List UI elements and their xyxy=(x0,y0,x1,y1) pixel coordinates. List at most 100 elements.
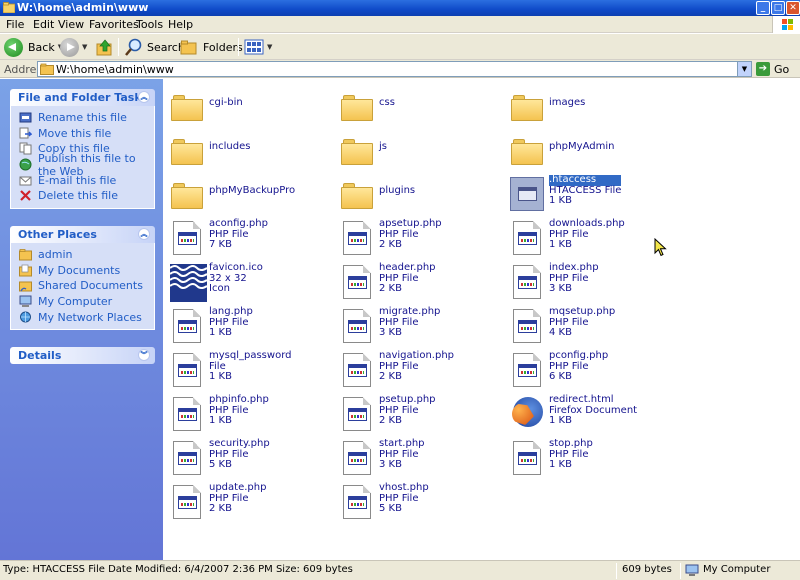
chevron-down-icon[interactable]: ▼ xyxy=(267,43,272,51)
address-dropdown-button[interactable]: ▼ xyxy=(737,62,751,76)
file-item[interactable]: header.php PHP File 2 KB xyxy=(340,262,436,303)
go-button[interactable]: ➔ Go xyxy=(756,61,789,77)
file-size: 1 KB xyxy=(209,371,232,382)
place-shared-documents[interactable]: Shared Documents xyxy=(19,278,154,294)
task-move-this-file[interactable]: Move this file xyxy=(19,126,154,142)
file-item[interactable]: index.php PHP File 3 KB xyxy=(510,262,599,303)
chevron-down-icon[interactable]: ▼ xyxy=(82,43,87,51)
details-header[interactable]: Details ︾ xyxy=(10,347,155,364)
file-name: images xyxy=(549,97,586,108)
place-admin[interactable]: admin xyxy=(19,247,154,263)
search-button[interactable]: Search xyxy=(124,37,185,57)
file-item[interactable]: stop.php PHP File 1 KB xyxy=(510,438,593,479)
task-rename-this-file[interactable]: Rename this file xyxy=(19,110,154,126)
menu-view[interactable]: View xyxy=(58,18,84,31)
other-places-header[interactable]: Other Places ︽ xyxy=(10,226,155,243)
file-item[interactable]: security.php PHP File 5 KB xyxy=(170,438,270,479)
file-name: start.php xyxy=(379,438,425,449)
file-item[interactable]: mqsetup.php PHP File 4 KB xyxy=(510,306,616,347)
computer-icon xyxy=(685,564,699,576)
folder-item[interactable]: phpMyBackupPro xyxy=(170,175,295,215)
title-bar[interactable]: W:\home\admin\www _ □ ✕ xyxy=(0,0,800,16)
file-name: psetup.php xyxy=(379,394,436,405)
folder-item[interactable]: includes xyxy=(170,131,250,171)
file-item[interactable]: update.php PHP File 2 KB xyxy=(170,482,267,523)
file-item[interactable]: migrate.php PHP File 3 KB xyxy=(340,306,441,347)
file-item[interactable]: pconfig.php PHP File 6 KB xyxy=(510,350,609,391)
menu-edit[interactable]: Edit xyxy=(33,18,54,31)
my-documents-icon xyxy=(19,264,32,277)
folder-item[interactable]: css xyxy=(340,87,395,127)
collapse-icon[interactable]: ︽ xyxy=(138,228,150,240)
back-button[interactable]: Back ▼ xyxy=(4,37,63,57)
file-item[interactable]: lang.php PHP File 1 KB xyxy=(170,306,253,347)
maximize-button[interactable]: □ xyxy=(771,1,785,15)
folder-icon xyxy=(341,139,373,165)
file-item[interactable]: phpinfo.php PHP File 1 KB xyxy=(170,394,269,435)
file-name: migrate.php xyxy=(379,306,441,317)
folder-item[interactable]: cgi-bin xyxy=(170,87,243,127)
folder-icon xyxy=(511,95,543,121)
status-zone: My Computer xyxy=(703,564,771,575)
task-publish-this-file-to-the-web[interactable]: Publish this file to the Web xyxy=(19,152,154,178)
file-labels: stop.php PHP File 1 KB xyxy=(549,438,593,479)
folders-button[interactable]: Folders xyxy=(180,37,243,57)
file-name: css xyxy=(379,97,395,108)
shared-documents-icon xyxy=(19,281,32,292)
htaccess-file-icon xyxy=(510,177,544,211)
views-button[interactable]: ▼ xyxy=(244,37,272,57)
collapse-icon[interactable]: ︽ xyxy=(138,91,150,103)
minimize-button[interactable]: _ xyxy=(756,1,770,15)
file-labels: mqsetup.php PHP File 4 KB xyxy=(549,306,616,347)
file-list-view[interactable]: cgi-bin css images includes js phpMyAdmin phpM… xyxy=(163,79,800,560)
folder-item[interactable]: phpMyAdmin xyxy=(510,131,614,171)
file-item[interactable]: start.php PHP File 3 KB xyxy=(340,438,425,479)
task-delete-this-file[interactable]: Delete this file xyxy=(19,188,154,204)
menu-tools[interactable]: Tools xyxy=(136,18,163,31)
status-details: Type: HTACCESS File Date Modified: 6/4/2… xyxy=(3,564,353,575)
file-labels: .htaccess HTACCESS File 1 KB xyxy=(549,174,622,215)
place-my-documents[interactable]: My Documents xyxy=(19,263,154,279)
file-size: 6 KB xyxy=(549,371,572,382)
folder-item[interactable]: images xyxy=(510,87,585,127)
file-item[interactable]: vhost.php PHP File 5 KB xyxy=(340,482,429,523)
menu-favorites[interactable]: Favorites xyxy=(89,18,139,31)
file-item[interactable]: .htaccess HTACCESS File 1 KB xyxy=(510,174,622,215)
file-item[interactable]: aconfig.php PHP File 7 KB xyxy=(170,218,268,259)
file-labels: plugins xyxy=(379,175,415,215)
forward-button[interactable]: ▼ xyxy=(60,37,87,57)
address-input[interactable]: W:\home\admin\www ▼ xyxy=(37,61,752,77)
file-labels: lang.php PHP File 1 KB xyxy=(209,306,253,347)
file-name: pconfig.php xyxy=(549,350,609,361)
menu-file[interactable]: File xyxy=(6,18,24,31)
file-item[interactable]: redirect.html Firefox Document 1 KB xyxy=(510,394,637,435)
file-folder-tasks-header[interactable]: File and Folder Tasks ︽ xyxy=(10,89,155,106)
place-my-computer[interactable]: My Computer xyxy=(19,294,154,310)
file-name: navigation.php xyxy=(379,350,455,361)
file-labels: phpMyAdmin xyxy=(549,131,614,171)
file-item[interactable]: psetup.php PHP File 2 KB xyxy=(340,394,436,435)
go-label: Go xyxy=(774,62,790,76)
folder-item[interactable]: js xyxy=(340,131,387,171)
file-name: update.php xyxy=(209,482,267,493)
file-item[interactable]: navigation.php PHP File 2 KB xyxy=(340,350,455,391)
firefox-icon xyxy=(513,397,543,427)
file-name: mqsetup.php xyxy=(549,306,616,317)
file-item[interactable]: mysql_password File 1 KB xyxy=(170,350,291,391)
expand-icon[interactable]: ︾ xyxy=(138,349,150,361)
menu-help[interactable]: Help xyxy=(168,18,193,31)
details-panel: Details ︾ xyxy=(10,347,155,364)
folder-item[interactable]: plugins xyxy=(340,175,415,215)
file-item[interactable]: apsetup.php PHP File 2 KB xyxy=(340,218,442,259)
address-bar: Address W:\home\admin\www ▼ ➔ Go xyxy=(0,60,800,78)
file-labels: header.php PHP File 2 KB xyxy=(379,262,436,303)
place-my-network-places[interactable]: My Network Places xyxy=(19,309,154,325)
place-label: My Network Places xyxy=(38,310,142,324)
file-item[interactable]: favicon.ico 32 x 32 Icon xyxy=(170,262,263,303)
file-item[interactable]: downloads.php PHP File 1 KB xyxy=(510,218,625,259)
php-file-icon xyxy=(513,265,541,299)
up-button[interactable] xyxy=(96,37,114,57)
file-size: 1 KB xyxy=(209,327,232,338)
file-name: apsetup.php xyxy=(379,218,442,229)
close-button[interactable]: ✕ xyxy=(786,1,800,15)
